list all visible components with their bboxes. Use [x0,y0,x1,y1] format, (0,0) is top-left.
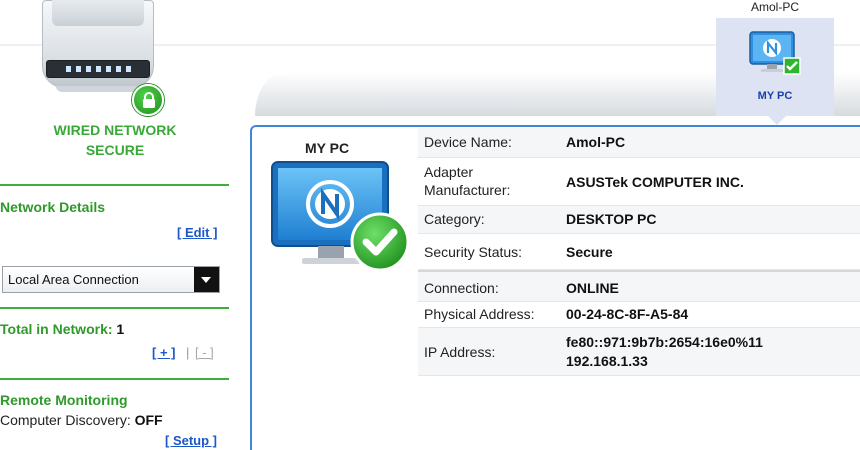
row-label: IP Address: [424,344,496,360]
device-tab-name: MY PC [757,90,793,102]
tab-pointer [768,116,786,125]
table-row: Security Status: Secure [418,234,860,270]
row-label: Security Status: [424,244,523,260]
network-status-line1: WIRED NETWORK [53,122,177,138]
add-device-link[interactable]: [ + ] [152,345,175,360]
total-count: 1 [116,321,125,337]
details-table: Device Name: Amol-PC Adapter Manufacture… [418,128,860,376]
table-row: Device Name: Amol-PC [418,128,860,158]
setup-link[interactable]: [ Setup ] [165,433,217,448]
dropdown-arrow-icon[interactable] [194,267,219,292]
computer-discovery: Computer Discovery: OFF [0,412,163,428]
connection-select-value: Local Area Connection [8,272,139,287]
table-row: Connection: ONLINE [418,270,860,302]
discovery-label: Computer Discovery: [0,412,131,428]
lock-icon [132,84,164,116]
link-separator: | [186,345,190,360]
monitor-icon [271,161,410,272]
network-status-line2: SECURE [85,142,145,158]
monitor-icon [749,31,801,75]
connection-select[interactable]: Local Area Connection [2,266,220,293]
edit-link[interactable]: [ Edit ] [177,225,217,240]
row-label: Physical Address: [424,306,535,322]
remove-device-link[interactable]: [ - ] [195,345,214,360]
connection-status-value: ONLINE [566,280,619,296]
row-value: ASUSTek COMPUTER INC. [566,174,744,190]
row-label: Adapter Manufacturer: [424,164,511,198]
total-in-network: Total in Network: 1 [0,321,124,337]
table-row: Physical Address: 00-24-8C-8F-A5-84 [418,302,860,328]
sidebar-divider [0,307,229,309]
ip-address-value: fe80::971:9b7b:2654:16e0%11 192.168.1.33 [566,334,763,369]
remote-monitoring-heading: Remote Monitoring [0,392,128,408]
row-label: Device Name: [424,134,512,150]
row-value: 00-24-8C-8F-A5-84 [566,306,689,322]
row-value: Amol-PC [566,134,626,150]
panel-title: MY PC [305,140,350,156]
app-window: WIRED NETWORK SECURE Network Details [ E… [0,0,860,450]
table-row: IP Address: fe80::971:9b7b:2654:16e0%11 … [418,328,860,376]
network-details-heading: Network Details [0,199,106,215]
row-value: DESKTOP PC [566,211,657,227]
router-icon [36,0,164,116]
row-label: Connection: [424,280,499,296]
sidebar-divider [0,378,229,380]
network-status-title: WIRED NETWORK SECURE [10,120,220,160]
row-label: Category: [424,211,485,227]
table-row: Adapter Manufacturer: ASUSTek COMPUTER I… [418,158,860,206]
total-label: Total in Network: [0,321,113,337]
table-row: Category: DESKTOP PC [418,206,860,234]
device-host-label: Amol-PC [750,0,799,14]
sidebar-divider [0,184,229,186]
discovery-value: OFF [134,412,163,428]
check-icon [350,212,410,272]
security-status-value: Secure [566,244,613,260]
